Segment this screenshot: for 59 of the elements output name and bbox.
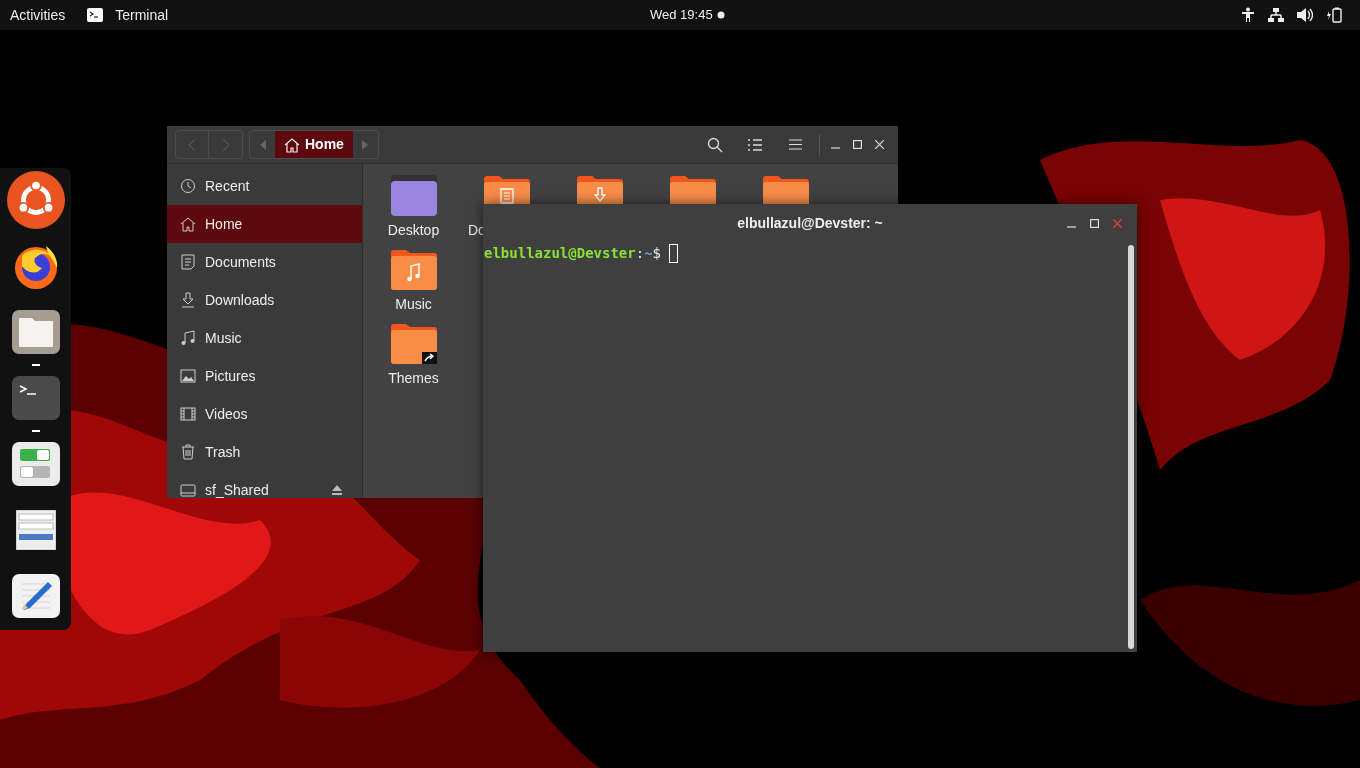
minimize-icon <box>830 147 840 149</box>
home-icon <box>180 216 196 232</box>
videos-icon <box>180 406 196 422</box>
scrollbar[interactable] <box>1128 245 1134 649</box>
music-icon <box>180 330 196 346</box>
maximize-icon <box>1090 218 1099 228</box>
desktop-folder-icon <box>390 175 437 216</box>
path-crumb[interactable]: Home <box>275 131 353 158</box>
sidebar-item[interactable]: Music <box>167 319 362 357</box>
prompt-path: :~$ <box>635 244 662 263</box>
ubuntu-logo-icon[interactable] <box>5 171 66 229</box>
sidebar-item[interactable]: Home <box>167 205 362 243</box>
sidebar-item[interactable]: Pictures <box>167 357 362 395</box>
activities-button[interactable]: Activities <box>10 4 66 26</box>
sidebar-item[interactable]: Recent <box>167 167 362 205</box>
recent-icon <box>180 178 196 194</box>
eject-icon[interactable] <box>332 485 342 495</box>
triangle-right-icon <box>362 139 369 150</box>
file-label: Music <box>395 295 432 314</box>
chevron-right-icon <box>221 137 230 152</box>
close-icon <box>874 140 884 149</box>
music-folder-icon <box>390 249 437 290</box>
pencil-notepad-icon[interactable] <box>11 574 60 618</box>
sidebar-item[interactable]: Downloads <box>167 281 362 319</box>
toggle-switches-icon[interactable] <box>11 442 60 486</box>
home-icon <box>284 136 300 153</box>
downloads-icon <box>180 292 196 308</box>
clock[interactable]: Wed 19:45 <box>650 5 713 25</box>
sidebar-item[interactable]: Videos <box>167 395 362 433</box>
window-title: elbullazul@Devster: ~ <box>737 213 883 233</box>
folder-app-icon[interactable] <box>11 310 60 354</box>
close-icon <box>1113 218 1122 228</box>
volume-icon[interactable] <box>1297 8 1313 22</box>
sidebar-item[interactable]: Documents <box>167 243 362 281</box>
maximize-icon <box>852 140 862 149</box>
pictures-icon <box>180 368 196 384</box>
folder-shortcut-icon <box>390 323 437 364</box>
form-window-icon[interactable] <box>15 510 56 550</box>
drive-icon <box>180 482 196 498</box>
file-label: Desktop <box>387 221 440 240</box>
terminal-icon <box>87 8 104 22</box>
battery-icon[interactable] <box>1326 7 1342 23</box>
accessibility-icon[interactable] <box>1241 7 1255 23</box>
app-menu-label[interactable]: Terminal <box>115 4 169 26</box>
chevron-left-icon <box>188 137 196 152</box>
prompt-user-host: elbullazul@Devster <box>484 244 636 263</box>
file-label: Themes <box>388 369 439 388</box>
terminal-app-icon[interactable] <box>11 376 60 420</box>
menu-icon <box>788 139 802 150</box>
network-icon[interactable] <box>1268 8 1284 22</box>
trash-icon <box>180 444 196 460</box>
documents-icon <box>180 254 196 270</box>
text-cursor <box>669 244 679 263</box>
list-view-icon <box>748 138 762 151</box>
sidebar-item[interactable]: sf_Shared <box>167 471 362 498</box>
triangle-left-icon <box>259 139 266 150</box>
search-icon <box>707 136 723 153</box>
minimize-icon <box>1067 225 1076 228</box>
sidebar-item[interactable]: Trash <box>167 433 362 471</box>
